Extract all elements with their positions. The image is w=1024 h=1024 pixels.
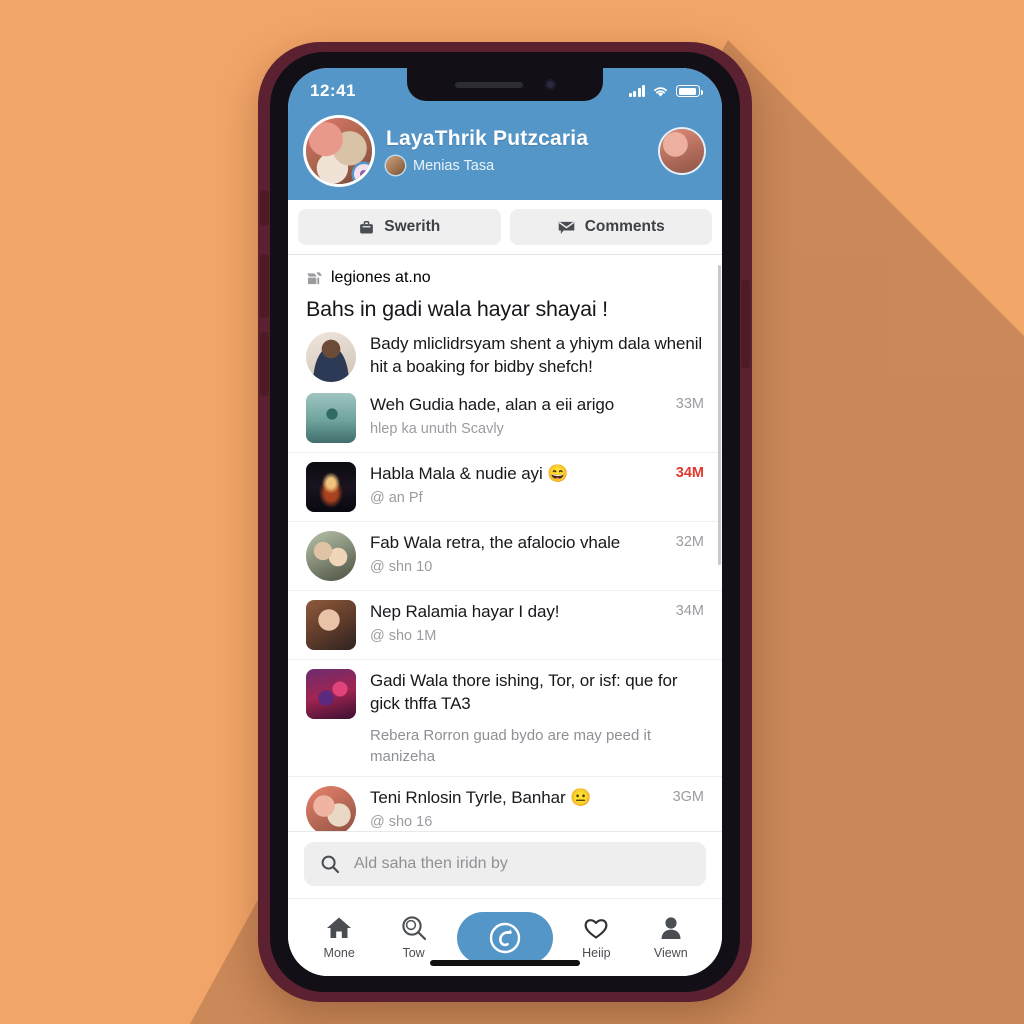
nav-item-profile-label: Viewn [653,946,688,960]
feed-row-body: Gadi Wala thore ishing, Tor, or isf: que… [370,669,704,767]
feed-row-thumbnail [306,669,356,719]
page-title: LayaThrik Putzcaria [386,127,589,150]
cellular-bars-icon [628,85,645,97]
feed-row-timestamp: 3GM [672,788,704,805]
secondary-avatar[interactable] [660,129,704,173]
power-button[interactable] [741,280,750,368]
profile-avatar[interactable] [306,118,372,184]
feed-row-thumbnail [306,600,356,650]
feed-row-timestamp: 34M [675,465,704,481]
feed-row-thumbnail [306,462,356,512]
feed-row[interactable]: Weh Gudia hade, alan a eii arigo hlep ka … [288,384,722,453]
feed-row-subtitle: @ sho 16 [370,813,433,830]
refresh-circle-icon [489,922,521,953]
feed-list[interactable]: legiones at.no Bahs in gadi wala hayar s… [288,255,722,831]
feed-row-title: Teni Rnlosin Tyrle, Banhar 😐 [370,787,592,807]
header-subtitle: Menias Tasa [413,157,495,174]
post-source-label: legiones at.no [331,269,431,286]
app-header: LayaThrik Putzcaria Menias Tasa [288,114,722,200]
search-input[interactable] [352,854,690,874]
post-header: legiones at.no Bahs in gadi wala hayar s… [288,255,722,326]
phone-device: 12:41 LayaThrik Putzcaria Menias Tasa Sw… [258,42,752,1002]
feed-rows-container: Bady mliclidrsyam shent a yhiym dala whe… [288,326,722,831]
header-text-block: LayaThrik Putzcaria Menias Tasa [386,127,646,175]
home-indicator[interactable] [430,960,580,966]
feed-row-body: Weh Gudia hade, alan a eii arigo hlep ka … [370,393,658,437]
feed-row-subtitle: @ shn 10 [370,558,433,575]
tab-bar: Swerith Comments [288,200,722,255]
feed-row-title: Weh Gudia hade, alan a eii arigo [370,395,615,414]
search-bar[interactable] [304,842,706,886]
feed-scrollbar[interactable] [718,265,721,565]
heart-icon [584,919,608,939]
status-icon-group [628,85,703,98]
nav-item-home-label: Mone [323,946,355,960]
feed-row-description: Rebera Rorron guad bydo are may peed it … [370,726,652,765]
feed-row-body: Fab Wala retra, the afalocio vhale @ shn … [370,531,658,575]
speaker-grille-icon [454,81,523,88]
feed-row-body: Habla Mala & nudie ayi 😄 @ an Pf [370,462,658,506]
feed-row-subtitle: @ sho 1M [370,627,437,644]
feed-row-timestamp: 32M [675,534,704,550]
feed-row-title: Nep Ralamia hayar I day! [370,602,560,621]
small-avatar [386,156,405,175]
feed-row-thumbnail [306,393,356,443]
home-icon [327,917,352,938]
battery-full-icon [676,85,703,97]
feed-row-title: Habla Mala & nudie ayi 😄 [370,464,569,483]
post-title: Bahs in gadi wala hayar shayai ! [306,297,608,321]
volume-down-button[interactable] [260,332,269,396]
feed-row-thumbnail [306,332,356,382]
feed-row-body: Bady mliclidrsyam shent a yhiym dala whe… [370,332,704,379]
search-magnifier-icon [401,916,426,941]
feed-row-timestamp: 33M [675,396,704,412]
nav-item-refresh[interactable] [456,911,553,964]
feed-row[interactable]: Bady mliclidrsyam shent a yhiym dala whe… [288,326,722,384]
comment-envelope-icon [558,221,574,234]
tab-comments[interactable]: Comments [509,209,712,245]
feed-row-thumbnail [306,785,356,831]
search-icon [321,855,340,874]
phone-screen: 12:41 LayaThrik Putzcaria Menias Tasa Sw… [288,68,722,976]
tab-swerith-label: Swerith [384,218,441,235]
feed-row-title: Bady mliclidrsyam shent a yhiym dala whe… [370,334,703,376]
feed-row-body: Nep Ralamia hayar I day! @ sho 1M [370,600,658,644]
nav-item-home[interactable]: Mone [308,915,370,960]
feed-row-title: Fab Wala retra, the afalocio vhale [370,533,621,552]
feed-row-thumbnail [306,531,356,581]
feed-row-body: Teni Rnlosin Tyrle, Banhar 😐 @ sho 16 [370,786,658,830]
tab-comments-label: Comments [584,218,665,235]
status-badge-icon [354,164,372,184]
tab-swerith[interactable]: Swerith [298,209,501,245]
front-camera-icon [544,79,556,90]
wifi-icon [654,86,667,97]
feed-row[interactable]: Habla Mala & nudie ayi 😄 @ an Pf 34M [288,453,722,522]
nav-item-likes-label: Heiip [582,946,611,960]
feed-row[interactable]: Gadi Wala thore ishing, Tor, or isf: que… [288,660,722,777]
status-clock: 12:41 [310,81,356,100]
search-bar-container [288,831,722,898]
feed-row-title: Gadi Wala thore ishing, Tor, or isf: que… [370,671,678,713]
feed-row-timestamp: 34M [675,603,704,619]
person-icon [661,917,681,939]
post-source-row: legiones at.no [306,269,704,287]
feed-row[interactable]: Fab Wala retra, the afalocio vhale @ shn … [288,522,722,591]
feed-row-subtitle: hlep ka unuth Scavly [370,420,504,437]
broadcast-icon [307,271,322,284]
header-subtitle-row: Menias Tasa [386,156,646,175]
nav-item-profile[interactable]: Viewn [640,915,702,960]
nav-item-search-label: Tow [402,946,425,960]
nav-item-likes[interactable]: Heiip [565,915,627,960]
briefcase-icon [360,220,374,233]
volume-up-button[interactable] [260,254,269,318]
feed-row-subtitle: @ an Pf [370,489,423,506]
nav-item-search[interactable]: Tow [383,915,445,960]
silent-switch-button[interactable] [260,190,269,226]
feed-row[interactable]: Nep Ralamia hayar I day! @ sho 1M 34M [288,591,722,660]
notch [407,68,603,101]
feed-row[interactable]: Teni Rnlosin Tyrle, Banhar 😐 @ sho 16 3GM [288,777,722,831]
